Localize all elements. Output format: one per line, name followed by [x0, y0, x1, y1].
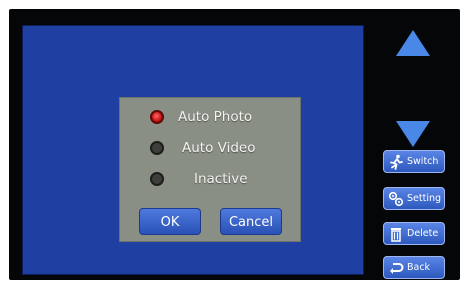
option-label: Inactive [194, 171, 248, 187]
running-person-icon [387, 153, 405, 171]
option-auto-video[interactable]: Auto Video [120, 138, 300, 158]
cancel-button[interactable]: Cancel [220, 208, 282, 235]
preview-screen: Auto Photo Auto Video Inactive OK Cancel [22, 25, 364, 275]
return-arrow-icon [387, 259, 405, 277]
trash-icon [387, 225, 405, 243]
option-auto-photo[interactable]: Auto Photo [120, 107, 300, 127]
radio-selected-icon[interactable] [150, 110, 164, 124]
radio-unselected-icon[interactable] [150, 172, 164, 186]
setting-label: Setting [407, 193, 442, 204]
option-inactive[interactable]: Inactive [120, 169, 300, 189]
delete-button[interactable]: Delete [383, 222, 445, 245]
radio-unselected-icon[interactable] [150, 141, 164, 155]
option-label: Auto Video [182, 140, 256, 156]
up-arrow-icon[interactable] [396, 30, 430, 56]
gears-icon [387, 190, 405, 208]
ok-button[interactable]: OK [139, 208, 201, 235]
delete-label: Delete [407, 228, 439, 239]
option-label: Auto Photo [178, 109, 253, 125]
down-arrow-icon[interactable] [396, 121, 430, 147]
setting-button[interactable]: Setting [383, 187, 445, 210]
mode-dialog: Auto Photo Auto Video Inactive OK Cancel [119, 97, 301, 242]
switch-label: Switch [407, 156, 439, 167]
back-button[interactable]: Back [383, 256, 445, 279]
switch-button[interactable]: Switch [383, 150, 445, 173]
camera-display: Auto Photo Auto Video Inactive OK Cancel… [9, 9, 460, 280]
back-label: Back [407, 262, 431, 273]
